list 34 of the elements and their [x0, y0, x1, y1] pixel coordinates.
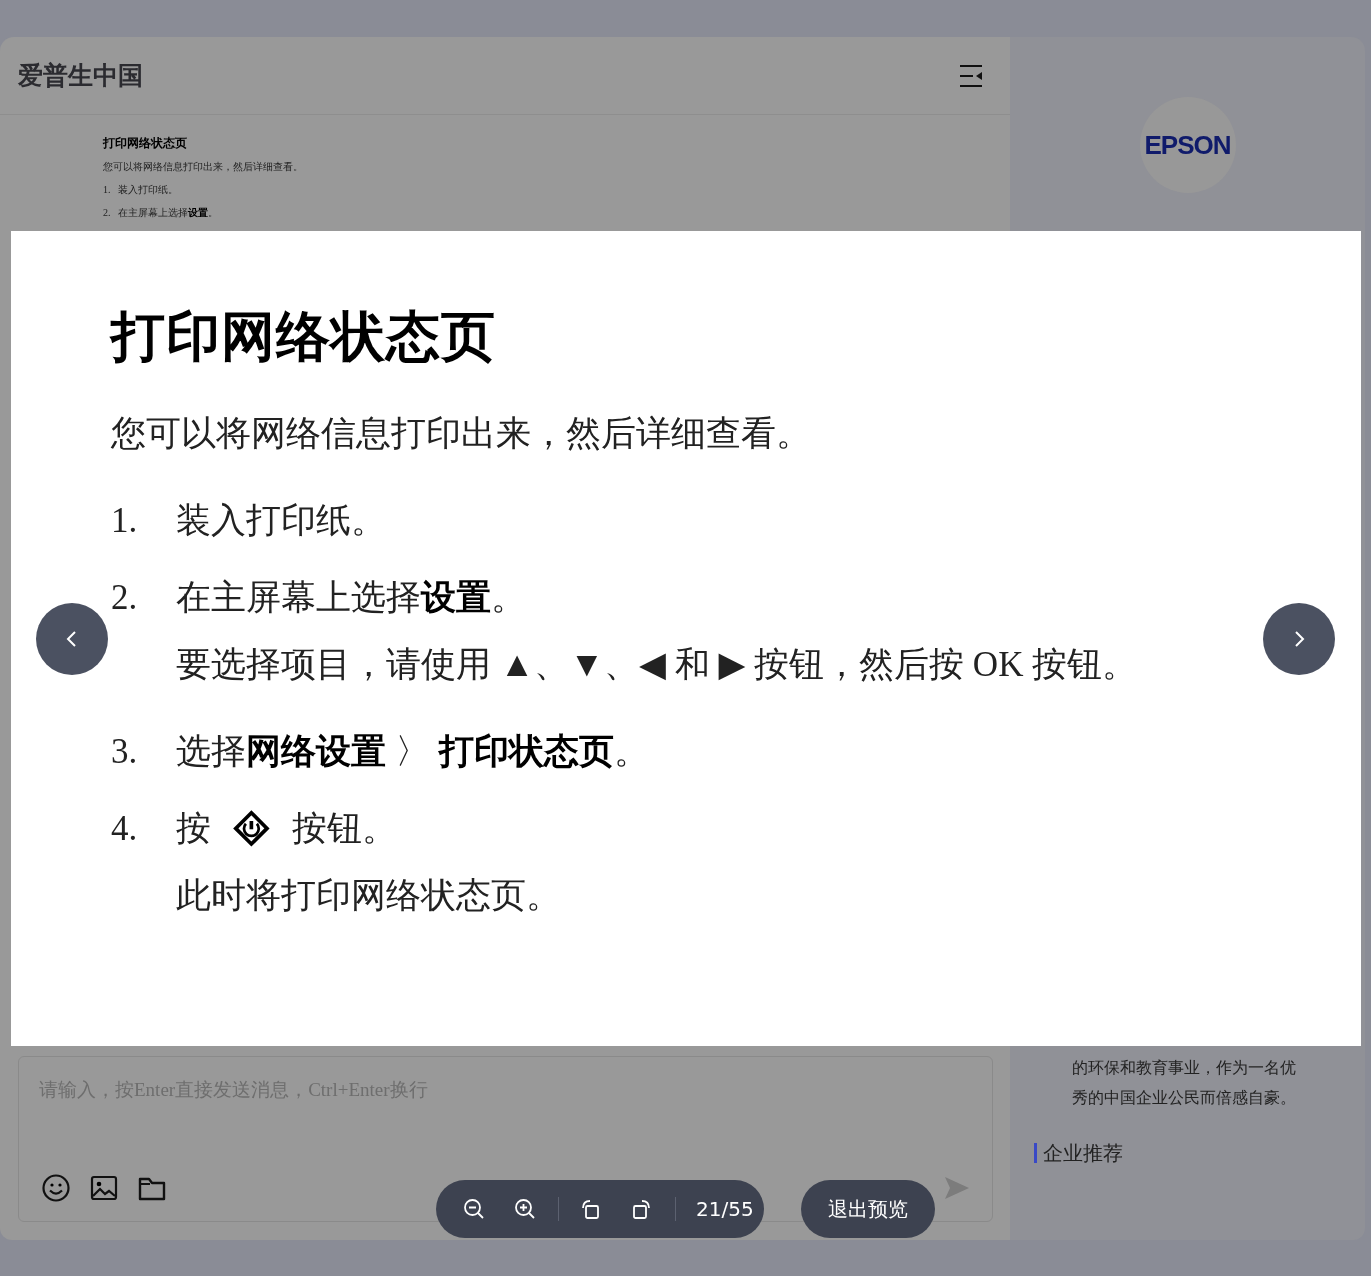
document-title: 打印网络状态页: [103, 135, 188, 152]
document-text: 您可以将网络信息打印出来，然后详细查看。: [111, 413, 811, 455]
step-text: 在主屏幕上选择设置。: [118, 206, 218, 220]
exit-preview-button[interactable]: 退出预览: [801, 1180, 935, 1238]
document-title: 打印网络状态页: [111, 304, 497, 370]
document-text: 您可以将网络信息打印出来，然后详细查看。: [103, 160, 303, 174]
step-number: 4.: [111, 809, 139, 849]
step-text: 按钮。: [291, 808, 397, 850]
emoji-icon[interactable]: [41, 1173, 71, 1203]
page-counter: 21/55: [696, 1197, 754, 1221]
company-description: 秀的中国企业公民而倍感自豪。: [1072, 1087, 1296, 1109]
chat-title: 爱普生中国: [18, 60, 143, 92]
step-text: 装入打印纸。: [176, 500, 386, 542]
zoom-in-icon[interactable]: [513, 1197, 537, 1221]
company-description: 的环保和教育事业，作为一名优: [1072, 1057, 1296, 1079]
step-text: 按: [176, 808, 211, 850]
zoom-out-icon[interactable]: [462, 1197, 486, 1221]
chevron-left-icon: [65, 630, 79, 648]
step-note: 此时将打印网络状态页。: [176, 875, 561, 917]
step-number: 1.: [103, 184, 112, 195]
start-button-icon: [233, 810, 270, 847]
step-text: 选择网络设置 〉 打印状态页。: [176, 731, 649, 773]
step-number: 1.: [111, 501, 139, 541]
section-title: 企业推荐: [1034, 1143, 1123, 1163]
step-text: 装入打印纸。: [118, 183, 178, 197]
step-text: 在主屏幕上选择设置。: [176, 577, 526, 619]
company-logo: EPSON: [1139, 97, 1236, 193]
step-number: 2.: [103, 207, 112, 218]
step-note: 要选择项目，请使用 ▲、▼、◀ 和 ▶ 按钮，然后按 OK 按钮。: [176, 644, 1138, 686]
chevron-right-icon: [1292, 630, 1306, 648]
menu-icon[interactable]: [958, 62, 984, 89]
image-icon[interactable]: [89, 1173, 119, 1203]
step-number: 3.: [111, 732, 139, 772]
step-number: 2.: [111, 578, 139, 618]
